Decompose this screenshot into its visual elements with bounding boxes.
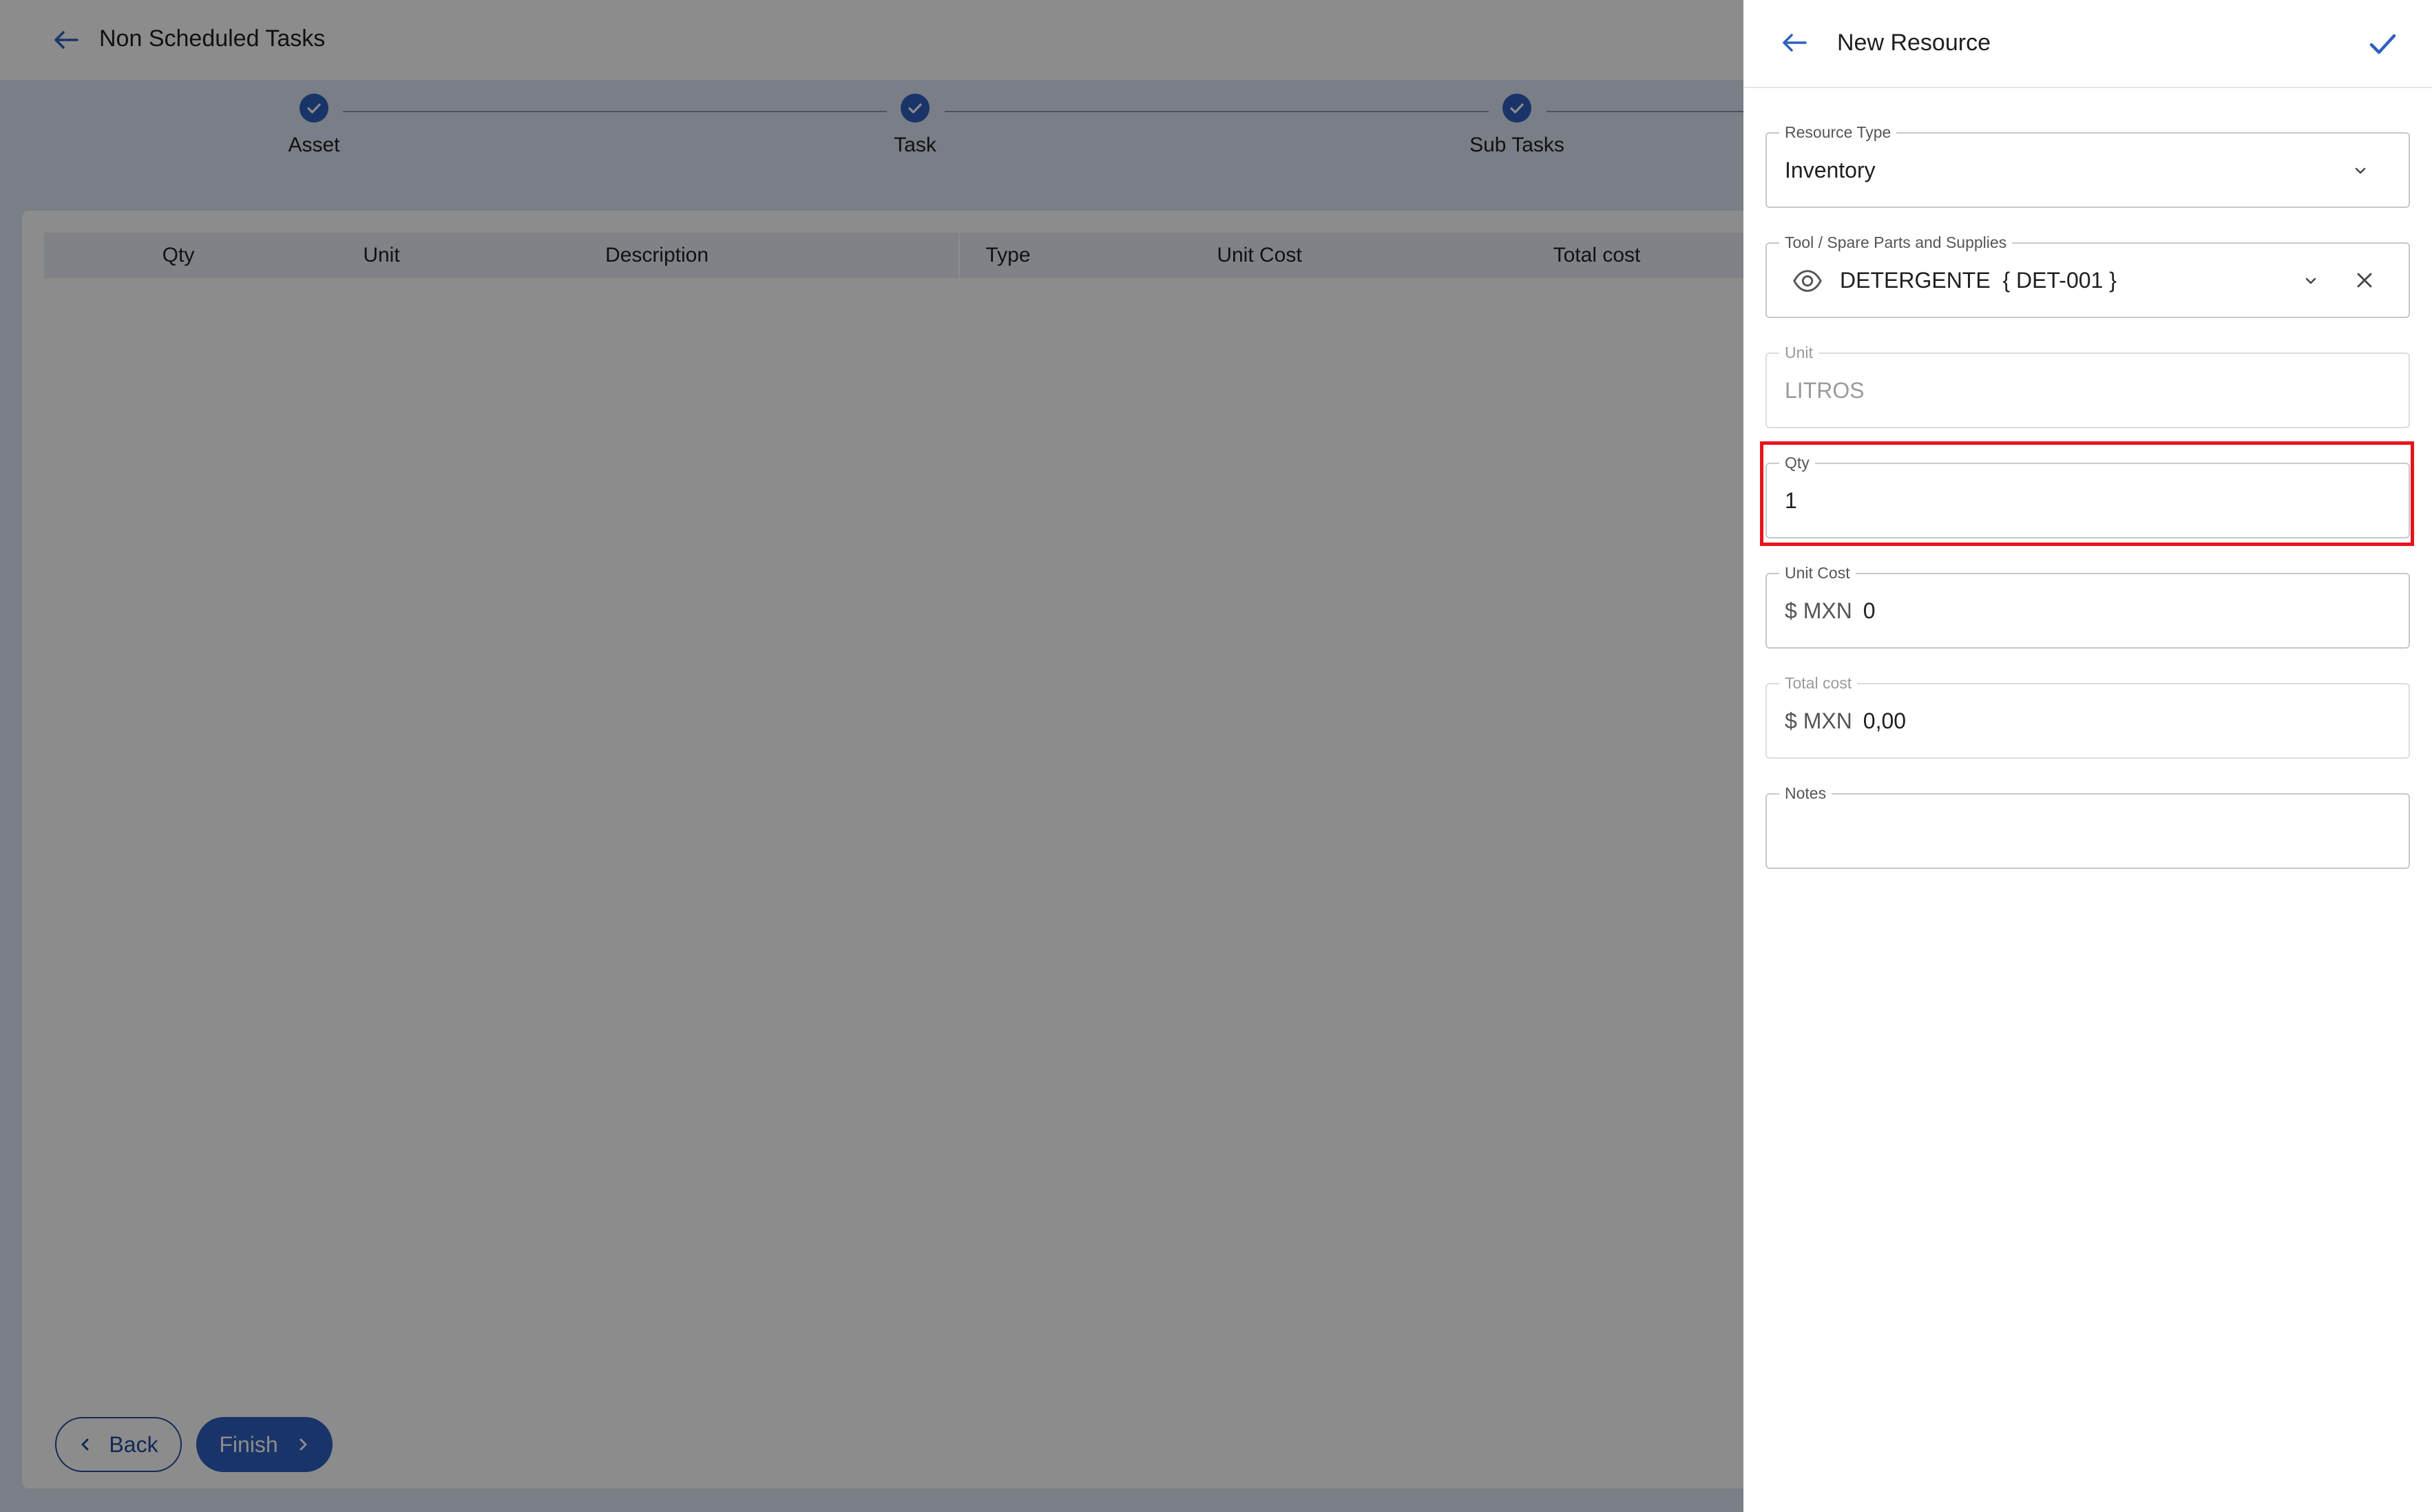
unit-cost-value: 0 (1863, 598, 1876, 623)
total-cost-field: Total cost $ MXN 0,00 (1765, 673, 2410, 759)
field-label: Unit (1779, 343, 1818, 362)
highlight-box (1760, 441, 2414, 546)
close-icon[interactable] (2354, 269, 2376, 291)
check-icon[interactable] (2365, 26, 2400, 62)
unit-cost-input[interactable]: Unit Cost $ MXN 0 (1765, 563, 2410, 649)
panel-header: New Resource (1743, 0, 2432, 88)
resource-type-select[interactable]: Resource Type Inventory (1765, 123, 2410, 208)
resource-type-value: Inventory (1785, 158, 1876, 182)
unit-cost-content: $ MXN 0 (1785, 595, 1876, 627)
chevron-down-icon[interactable] (2352, 162, 2369, 179)
modal-backdrop[interactable] (0, 0, 1743, 1512)
new-resource-panel: New Resource Resource Type Inventory Too… (1743, 0, 2432, 1512)
field-label: Notes (1779, 784, 1832, 803)
unit-field: Unit LITROS (1765, 343, 2410, 428)
back-arrow-icon[interactable] (1778, 26, 1811, 59)
panel-title: New Resource (1837, 30, 1991, 56)
field-label: Total cost (1779, 673, 1858, 693)
field-label: Unit Cost (1779, 563, 1856, 582)
unit-value: LITROS (1785, 378, 1865, 403)
chevron-down-icon[interactable] (2303, 273, 2319, 289)
tool-value: DETERGENTE { DET-001 } (1840, 268, 2117, 293)
field-label: Resource Type (1779, 123, 1897, 142)
tool-spare-parts-select[interactable]: Tool / Spare Parts and Supplies DETERGEN… (1765, 233, 2410, 318)
currency-prefix: $ MXN (1785, 598, 1852, 623)
currency-prefix: $ MXN (1785, 708, 1852, 733)
field-label: Tool / Spare Parts and Supplies (1779, 233, 2013, 252)
total-cost-content: $ MXN 0,00 (1785, 705, 1906, 737)
notes-input[interactable]: Notes (1765, 784, 2410, 869)
eye-icon[interactable] (1792, 265, 1823, 297)
total-cost-value: 0,00 (1863, 708, 1907, 733)
